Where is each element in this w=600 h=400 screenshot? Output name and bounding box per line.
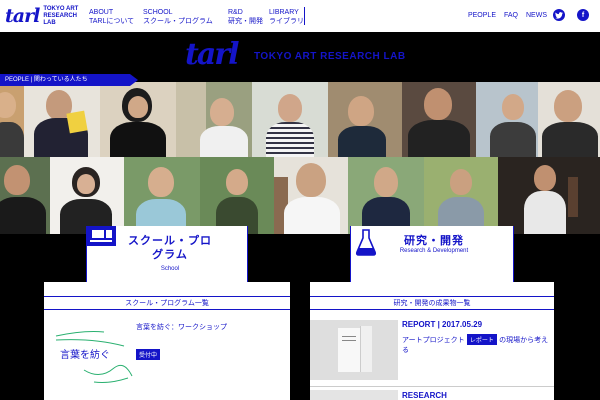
nav-news[interactable]: NEWS bbox=[526, 12, 547, 19]
twitter-icon[interactable] bbox=[553, 9, 565, 21]
nav-rnd[interactable]: R&D 研究・開発 bbox=[228, 9, 263, 26]
rnd-subtitle: Research & Development bbox=[399, 248, 469, 254]
person-photo[interactable] bbox=[538, 82, 600, 157]
banner-title: TOKYO ART RESEARCH LAB bbox=[254, 51, 406, 62]
report-tag[interactable]: レポート bbox=[466, 334, 497, 345]
hero-banner: tarl TOKYO ART RESEARCH LAB bbox=[0, 32, 600, 74]
rnd-panel: 研究・開発の成果物一覧 REPORT | 2017.05.29 アートプロジェク… bbox=[310, 282, 554, 400]
person-photo[interactable] bbox=[0, 157, 50, 234]
report-label: REPORT | 2017.05.29 bbox=[402, 320, 483, 329]
report-date: 2017.05.29 bbox=[442, 320, 483, 329]
school-item-title[interactable]: 言葉を紡ぐ：ワークショップ bbox=[136, 322, 286, 332]
report-title[interactable]: アートプロジェクト レポート の現場から考える bbox=[402, 334, 552, 355]
report-thumbnail[interactable] bbox=[310, 320, 398, 380]
rnd-panel-heading[interactable]: 研究・開発の成果物一覧 bbox=[310, 296, 554, 310]
nav-divider bbox=[304, 7, 305, 25]
school-panel-heading[interactable]: スクール・プログラム一覧 bbox=[44, 296, 290, 310]
person-photo[interactable] bbox=[50, 157, 124, 234]
person-photo[interactable] bbox=[100, 82, 176, 157]
rnd-title: 研究・開発 bbox=[404, 234, 464, 247]
site-logo[interactable]: tarl TOKYO ART RESEARCH LAB bbox=[5, 4, 89, 28]
nav-people[interactable]: PEOPLE bbox=[468, 12, 496, 19]
banner-logo-script: tarl bbox=[185, 37, 239, 72]
school-item-image-text: 言葉を紡ぐ bbox=[60, 350, 110, 361]
school-item-image[interactable]: 言葉を紡ぐ bbox=[54, 320, 134, 390]
school-title: スクール・プロ グラム bbox=[128, 234, 212, 261]
nav-faq[interactable]: FAQ bbox=[504, 12, 518, 19]
site-header: tarl TOKYO ART RESEARCH LAB ABOUT TARLにつ… bbox=[0, 0, 600, 32]
research-thumbnail[interactable] bbox=[310, 390, 398, 400]
person-photo[interactable] bbox=[402, 82, 476, 157]
person-photo[interactable] bbox=[274, 157, 348, 234]
logo-script: tarl bbox=[5, 5, 40, 27]
person-photo[interactable] bbox=[498, 157, 600, 234]
nav-secondary: PEOPLE FAQ NEWS f bbox=[468, 9, 597, 21]
person-photo[interactable] bbox=[424, 157, 498, 234]
school-item-tag[interactable]: 受付中 bbox=[136, 349, 161, 360]
person-photo[interactable] bbox=[24, 82, 100, 157]
logo-text: TOKYO ART RESEARCH LAB bbox=[43, 5, 79, 26]
flask-icon bbox=[354, 228, 378, 256]
school-panel: スクール・プログラム一覧 言葉を紡ぐ 言葉を紡ぐ：ワークショップ 受付中 bbox=[44, 282, 290, 400]
person-photo[interactable] bbox=[348, 157, 424, 234]
person-photo[interactable] bbox=[200, 157, 274, 234]
person-photo[interactable] bbox=[328, 82, 402, 157]
person-photo[interactable] bbox=[176, 82, 252, 157]
person-photo[interactable] bbox=[252, 82, 328, 157]
school-icon bbox=[86, 226, 116, 246]
people-photo-grid bbox=[0, 82, 600, 234]
facebook-icon[interactable]: f bbox=[577, 9, 589, 21]
school-subtitle: School bbox=[160, 266, 180, 272]
research-label: RESEARCH bbox=[402, 391, 447, 400]
person-photo[interactable] bbox=[0, 82, 24, 157]
rnd-divider bbox=[310, 386, 554, 387]
people-label[interactable]: PEOPLE | 関わっている人たち bbox=[0, 74, 138, 86]
nav-about[interactable]: ABOUT TARLについて bbox=[89, 9, 134, 26]
nav-school[interactable]: SCHOOL スクール・プログラム bbox=[143, 9, 213, 26]
person-photo[interactable] bbox=[124, 157, 200, 234]
nav-library[interactable]: LIBRARY ライブラリ bbox=[269, 9, 304, 26]
person-photo[interactable] bbox=[476, 82, 538, 157]
